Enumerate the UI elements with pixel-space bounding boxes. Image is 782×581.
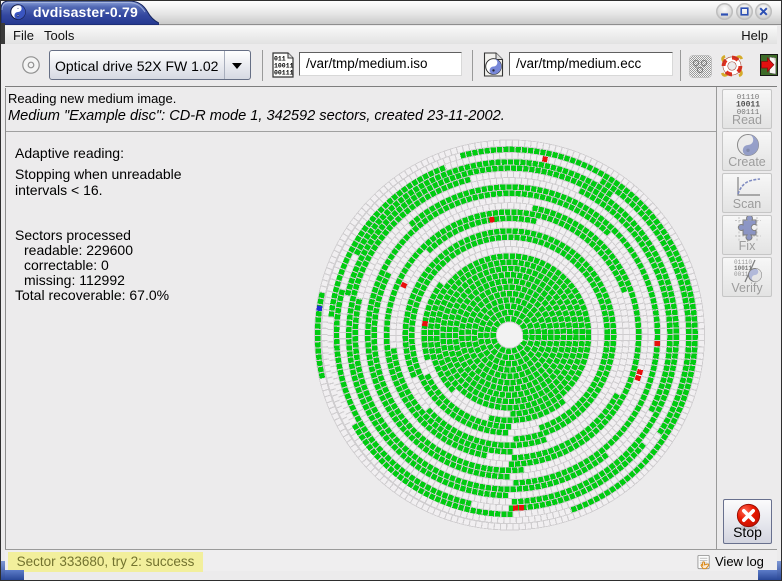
svg-text:10011: 10011	[274, 63, 294, 70]
svg-text:00111: 00111	[274, 70, 294, 77]
svg-text:011: 011	[274, 56, 286, 63]
